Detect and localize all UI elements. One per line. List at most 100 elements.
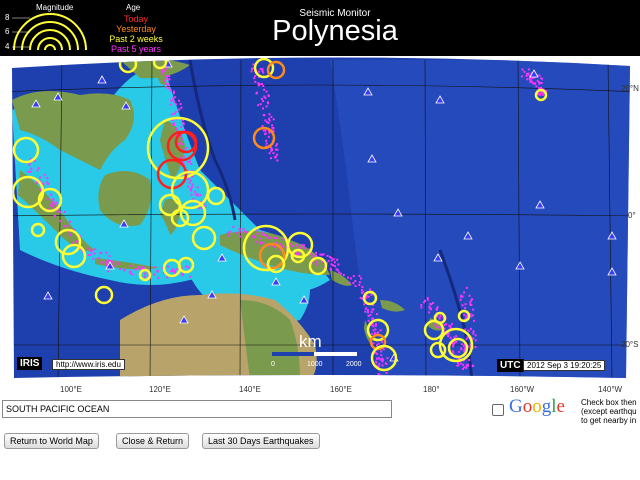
seismicity-dot [370, 311, 373, 314]
seismicity-dot [173, 101, 176, 104]
seismicity-dot [358, 283, 361, 286]
seismicity-dot [468, 294, 471, 297]
seismicity-dot [466, 336, 469, 339]
seismicity-dot [166, 83, 169, 86]
seismicity-dot [470, 299, 473, 302]
seismicity-dot [268, 119, 271, 122]
latitude-label: 20°S [621, 340, 639, 349]
seismicity-dot [261, 241, 264, 244]
seismicity-dot [227, 231, 230, 234]
seismicity-dot [428, 305, 431, 308]
seismicity-dot [420, 304, 423, 307]
seismicity-dot [465, 338, 468, 341]
seismicity-dot [265, 142, 268, 145]
seismicity-dot [378, 357, 381, 360]
seismicity-dot [289, 242, 292, 245]
seismicity-dot [182, 272, 185, 275]
seismicity-dot [173, 271, 176, 274]
seismicity-dot [170, 270, 173, 273]
seismicity-dot [180, 125, 183, 128]
seismicity-dot [268, 117, 271, 120]
seismicity-dot [472, 332, 475, 335]
seismicity-dot [466, 364, 469, 367]
seismicity-dot [190, 193, 193, 196]
seismicity-dot [232, 225, 235, 228]
seismicity-dot [265, 234, 268, 237]
seismicity-dot [374, 324, 377, 327]
seismicity-dot [385, 371, 388, 374]
seismicity-dot [374, 360, 377, 363]
seismicity-dot [380, 350, 383, 353]
seismicity-dot [335, 268, 338, 271]
seismicity-dot [439, 314, 442, 317]
seismicity-dot [98, 257, 101, 260]
close-and-return-button[interactable]: Close & Return [116, 433, 190, 449]
seismicity-dot [274, 156, 277, 159]
seismicity-dot [272, 245, 275, 248]
google-nearby-checkbox[interactable] [492, 404, 504, 416]
seismicity-dot [352, 275, 355, 278]
seismicity-dot [170, 99, 173, 102]
seismicity-dot [540, 81, 543, 84]
seismicity-dot [58, 211, 61, 214]
seismicity-dot [529, 78, 532, 81]
seismicity-dot [463, 313, 466, 316]
seismicity-dot [174, 110, 177, 113]
map-canvas[interactable] [0, 56, 640, 378]
seismicity-dot [358, 274, 361, 277]
seismicity-dot [438, 326, 441, 329]
scale-label: km [299, 332, 322, 351]
seismicity-dot [380, 354, 383, 357]
seismicity-dot [166, 67, 169, 70]
seismicity-dot [239, 235, 242, 238]
monitor-header: Magnitude Age 8 6 4 Today Yesterday Past… [0, 0, 640, 56]
seismicity-dot [370, 293, 373, 296]
seismicity-dot [171, 270, 174, 273]
seismicity-dot [259, 242, 262, 245]
seismicity-dot [267, 135, 270, 138]
iris-url-link[interactable]: http://www.iris.edu [52, 359, 125, 370]
seismicity-dot [179, 135, 182, 138]
seismicity-dot [270, 149, 273, 152]
seismicity-dot [263, 95, 266, 98]
seismicity-dot [276, 153, 279, 156]
seismicity-dot [358, 281, 361, 284]
seismicity-dot [321, 253, 324, 256]
seismicity-dot [166, 276, 169, 279]
region-name-field[interactable] [2, 400, 392, 418]
seismicity-dot [134, 268, 137, 271]
seismicity-dot [420, 306, 423, 309]
seismicity-dot [238, 227, 241, 230]
seismicity-dot [377, 372, 380, 375]
seismicity-dot [138, 267, 141, 270]
seismicity-dot [164, 86, 167, 89]
seismicity-dot [229, 230, 232, 233]
return-to-world-map-button[interactable]: Return to World Map [4, 433, 99, 449]
seismicity-dot [520, 75, 523, 78]
seismicity-dot [130, 264, 133, 267]
seismicity-dot [198, 207, 201, 210]
seismicity-dot [106, 259, 109, 262]
scale-tick: 2000 [346, 361, 362, 368]
seismicity-dot [161, 70, 164, 73]
seismicity-dot [194, 190, 197, 193]
seismicity-dot [129, 270, 132, 273]
seismicity-dot [472, 308, 475, 311]
seismicity-dot [64, 210, 67, 213]
seismicity-dot [89, 253, 92, 256]
seismicity-dot [106, 261, 109, 264]
seismicity-dot [254, 80, 257, 83]
seismicity-dot [457, 350, 460, 353]
seismicity-dot [66, 224, 69, 227]
seismicity-dot [449, 336, 452, 339]
seismicity-dot [38, 176, 41, 179]
last-30-days-earthquakes-button[interactable]: Last 30 Days Earthquakes [202, 433, 320, 449]
seismic-map[interactable]: IRIS http://www.iris.edu km 0 1000 2000 … [0, 56, 640, 378]
seismicity-dot [463, 291, 466, 294]
seismicity-dot [370, 333, 373, 336]
seismicity-dot [47, 183, 50, 186]
seismicity-dot [527, 68, 530, 71]
seismicity-dot [470, 315, 473, 318]
seismicity-dot [102, 261, 105, 264]
seismicity-dot [348, 281, 351, 284]
